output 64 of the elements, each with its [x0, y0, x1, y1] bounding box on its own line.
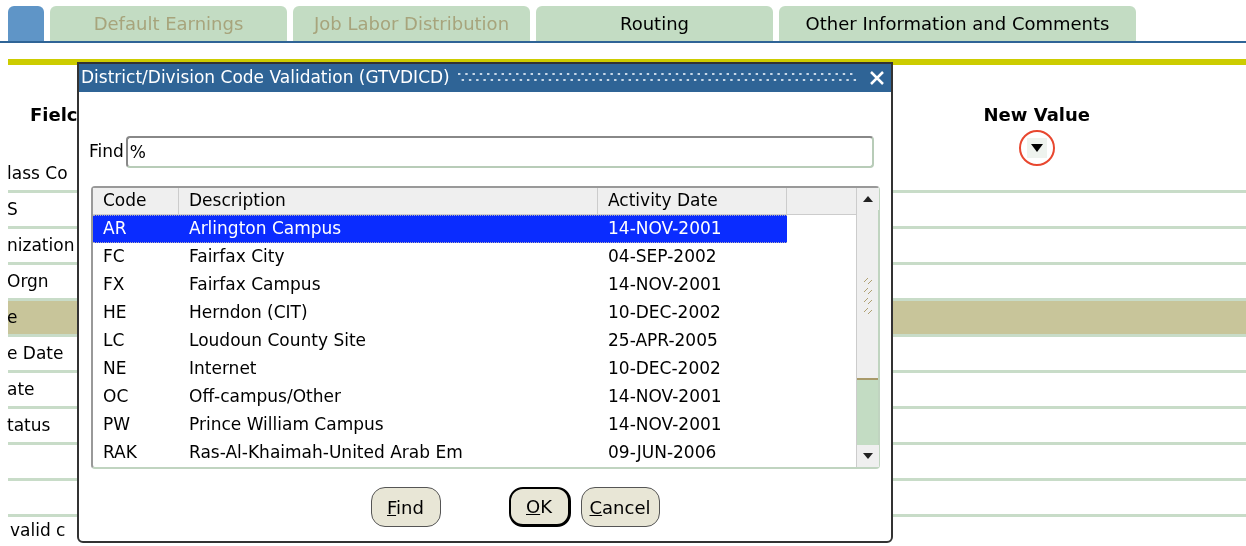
date-cell-text: 09-JUN-2006 [607, 441, 718, 465]
code-cell-text: FX [102, 273, 126, 297]
list-row[interactable]: LC Loudoun County Site 25-APR-2005 [93, 327, 787, 355]
list-row[interactable]: AR Arlington Campus 14-NOV-2001 [93, 215, 787, 243]
list-row[interactable]: FC Fairfax City 04-SEP-2002 [93, 243, 787, 271]
column-header[interactable]: Description [179, 188, 598, 214]
description-cell-text: Ras-Al-Khaimah-United Arab Em [188, 441, 464, 465]
date-cell-text: 25-APR-2005 [607, 329, 719, 353]
field-label: ate [7, 377, 35, 401]
field-label: Orgn [7, 269, 49, 293]
description-cell-text: Internet [188, 357, 258, 381]
description-cell-text: Fairfax Campus [188, 273, 322, 297]
close-icon [869, 70, 885, 86]
description-cell-text: Fairfax City [188, 245, 286, 269]
code-cell-text: OC [102, 385, 130, 409]
description-cell-text: Loudoun County Site [188, 329, 368, 353]
description-cell-text: Arlington Campus [188, 217, 343, 241]
list-row[interactable]: FX Fairfax Campus 14-NOV-2001 [93, 271, 787, 299]
scrollbar[interactable] [856, 188, 878, 467]
date-cell-text: 10-DEC-2002 [607, 301, 722, 325]
column-header[interactable]: Code [93, 188, 179, 214]
dialog-title: District/Division Code Validation (GTVDICD) [81, 66, 450, 90]
caret-icon [1030, 144, 1043, 152]
code-cell-text: HE [102, 301, 128, 325]
list-row[interactable]: PW Prince William Campus 14-NOV-2001 [93, 411, 787, 439]
field-label: e [7, 305, 18, 329]
description-cell-text: Off-campus/Other [188, 385, 342, 409]
date-cell-text: 14-NOV-2001 [607, 413, 723, 437]
field-label: tatus [7, 413, 51, 437]
column-header: Fielc [30, 103, 78, 127]
date-cell-text: 14-NOV-2001 [607, 217, 723, 241]
tab[interactable]: Routing [536, 6, 773, 41]
date-cell-text: 04-SEP-2002 [607, 245, 718, 269]
code-cell-text: RAK [102, 441, 138, 465]
description-cell-text: Prince William Campus [188, 413, 385, 437]
list-row[interactable]: RAK Ras-Al-Khaimah-United Arab Em 09-JUN-2006 [93, 439, 787, 467]
scrollbar-thumb[interactable] [857, 210, 878, 380]
field-label: lass Co [7, 161, 68, 185]
list-row[interactable]: NE Internet 10-DEC-2002 [93, 355, 787, 383]
code-cell-text: FC [102, 245, 126, 269]
status-message: valid c [10, 519, 66, 543]
field-label: S [7, 197, 18, 221]
dialog-button[interactable]: OK [508, 487, 571, 527]
code-cell-text: PW [102, 413, 132, 437]
dialog-button[interactable]: Find [370, 487, 441, 527]
description-cell-text: Herndon (CIT) [188, 301, 309, 325]
tab[interactable]: Other Information and Comments [779, 6, 1136, 41]
field-label: e Date [7, 341, 64, 365]
tab[interactable] [8, 6, 44, 41]
column-header: New Value [983, 103, 1090, 127]
list-row[interactable]: HE Herndon (CIT) 10-DEC-2002 [93, 299, 787, 327]
list-row[interactable]: OC Off-campus/Other 14-NOV-2001 [93, 383, 787, 411]
field-label: nization [7, 233, 75, 257]
date-cell-text: 14-NOV-2001 [607, 273, 723, 297]
column-header[interactable]: Activity Date [598, 188, 787, 214]
date-cell-text: 14-NOV-2001 [607, 385, 723, 409]
date-cell-text: 10-DEC-2002 [607, 357, 722, 381]
dropdown-button[interactable] [1026, 138, 1047, 158]
find-label: Find [89, 140, 124, 164]
dialog-button[interactable]: Cancel [580, 487, 660, 527]
code-cell-text: NE [102, 357, 128, 381]
find-field[interactable]: % [125, 136, 874, 168]
code-cell-text: LC [102, 329, 126, 353]
code-cell-text: AR [102, 217, 128, 241]
